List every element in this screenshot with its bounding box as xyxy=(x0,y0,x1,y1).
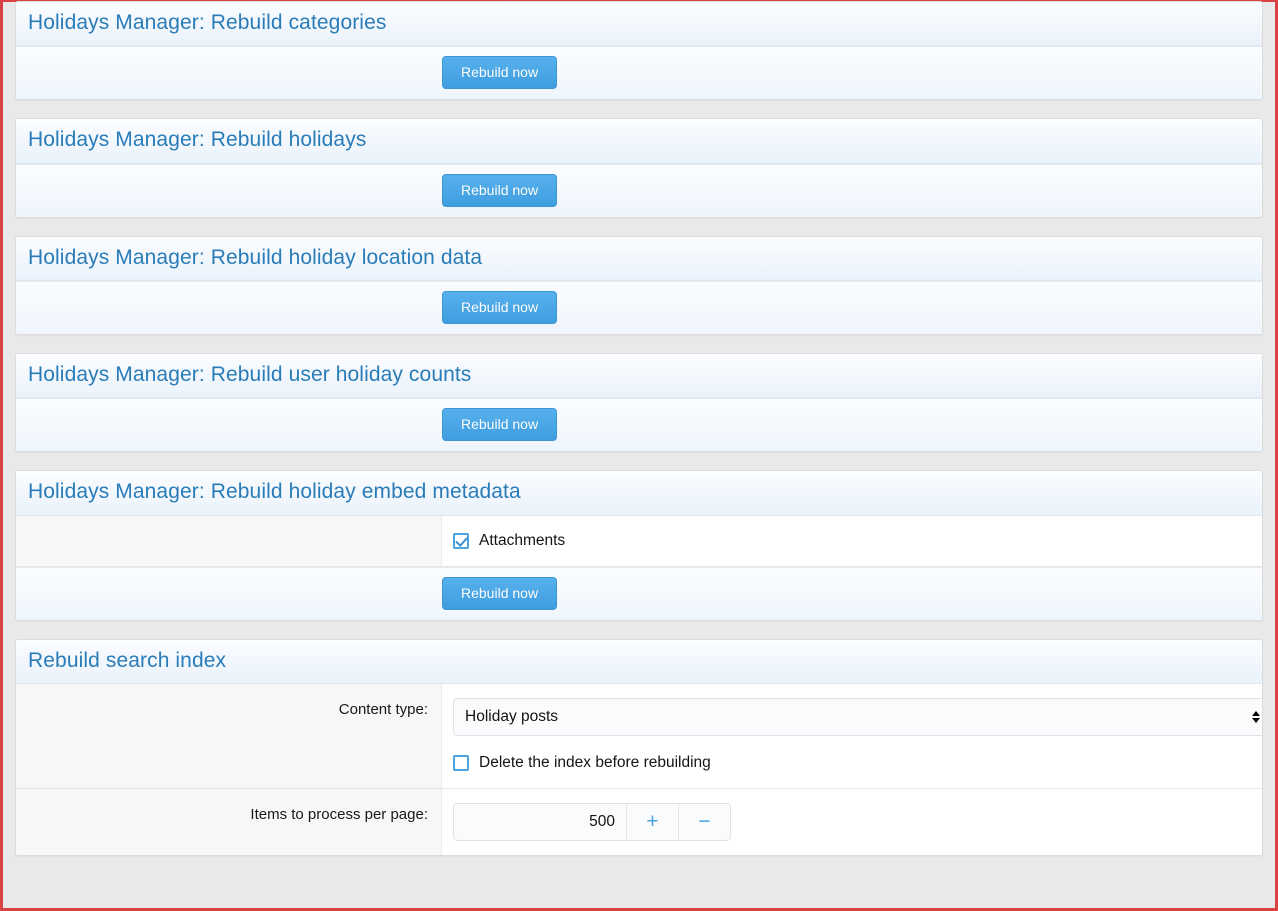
content-type-selected-value: Holiday posts xyxy=(465,708,558,726)
attachments-row: Attachments xyxy=(16,516,1262,567)
attachments-label: Attachments xyxy=(479,532,565,550)
section-title: Holidays Manager: Rebuild holiday embed … xyxy=(28,480,521,503)
label-spacer xyxy=(16,577,442,610)
section-rebuild-holiday-embed-metadata: Holidays Manager: Rebuild holiday embed … xyxy=(15,470,1263,620)
items-per-page-input[interactable] xyxy=(454,804,626,840)
section-header: Rebuild search index xyxy=(16,640,1262,684)
submit-row: Rebuild now xyxy=(16,281,1262,334)
delete-index-label: Delete the index before rebuilding xyxy=(479,754,711,772)
label-spacer xyxy=(16,174,442,207)
section-rebuild-user-holiday-counts: Holidays Manager: Rebuild user holiday c… xyxy=(15,353,1263,452)
section-title: Rebuild search index xyxy=(28,649,226,672)
section-rebuild-holiday-location-data: Holidays Manager: Rebuild holiday locati… xyxy=(15,236,1263,335)
submit-row: Rebuild now xyxy=(16,164,1262,217)
rebuild-caches-page: Holidays Manager: Rebuild categories Reb… xyxy=(3,1,1275,856)
section-header: Holidays Manager: Rebuild categories xyxy=(16,2,1262,46)
row-field: Holiday posts Delete the index before re… xyxy=(442,684,1263,788)
rebuild-now-button[interactable]: Rebuild now xyxy=(442,291,557,324)
section-header: Holidays Manager: Rebuild holiday embed … xyxy=(16,471,1262,515)
items-per-page-stepper[interactable]: + − xyxy=(453,803,731,841)
content-type-label: Content type: xyxy=(16,684,442,788)
submit-row: Rebuild now xyxy=(16,567,1262,620)
section-header: Holidays Manager: Rebuild user holiday c… xyxy=(16,354,1262,398)
row-field: Attachments xyxy=(442,516,1262,566)
stepper-decrement-button[interactable]: − xyxy=(678,804,730,840)
row-field: + − xyxy=(442,789,1262,855)
content-type-row: Content type: Holiday posts Delete the i… xyxy=(16,684,1262,789)
section-rebuild-categories: Holidays Manager: Rebuild categories Reb… xyxy=(15,1,1263,100)
label-spacer xyxy=(16,56,442,89)
field-gap xyxy=(453,736,1263,752)
rebuild-now-button[interactable]: Rebuild now xyxy=(442,174,557,207)
rebuild-now-button[interactable]: Rebuild now xyxy=(442,577,557,610)
submit-row: Rebuild now xyxy=(16,46,1262,99)
section-title: Holidays Manager: Rebuild holiday locati… xyxy=(28,246,482,269)
content-type-select[interactable]: Holiday posts xyxy=(453,698,1263,736)
label-spacer xyxy=(16,291,442,324)
section-rebuild-search-index: Rebuild search index Content type: Holid… xyxy=(15,639,1263,856)
section-header: Holidays Manager: Rebuild holidays xyxy=(16,119,1262,163)
section-header: Holidays Manager: Rebuild holiday locati… xyxy=(16,237,1262,281)
submit-row: Rebuild now xyxy=(16,398,1262,451)
stepper-increment-button[interactable]: + xyxy=(626,804,678,840)
section-title: Holidays Manager: Rebuild holidays xyxy=(28,128,366,151)
row-label xyxy=(16,516,442,566)
label-spacer xyxy=(16,408,442,441)
rebuild-now-button[interactable]: Rebuild now xyxy=(442,408,557,441)
section-rebuild-holidays: Holidays Manager: Rebuild holidays Rebui… xyxy=(15,118,1263,217)
section-title: Holidays Manager: Rebuild user holiday c… xyxy=(28,363,471,386)
rebuild-now-button[interactable]: Rebuild now xyxy=(442,56,557,89)
section-title: Holidays Manager: Rebuild categories xyxy=(28,11,386,34)
delete-index-checkbox-line[interactable]: Delete the index before rebuilding xyxy=(453,752,1263,774)
select-updown-arrows-icon xyxy=(1251,709,1260,725)
attachments-checkbox[interactable] xyxy=(453,533,469,549)
attachments-checkbox-line[interactable]: Attachments xyxy=(453,530,1248,552)
items-per-page-row: Items to process per page: + − xyxy=(16,789,1262,855)
items-per-page-label: Items to process per page: xyxy=(16,789,442,855)
delete-index-checkbox[interactable] xyxy=(453,755,469,771)
